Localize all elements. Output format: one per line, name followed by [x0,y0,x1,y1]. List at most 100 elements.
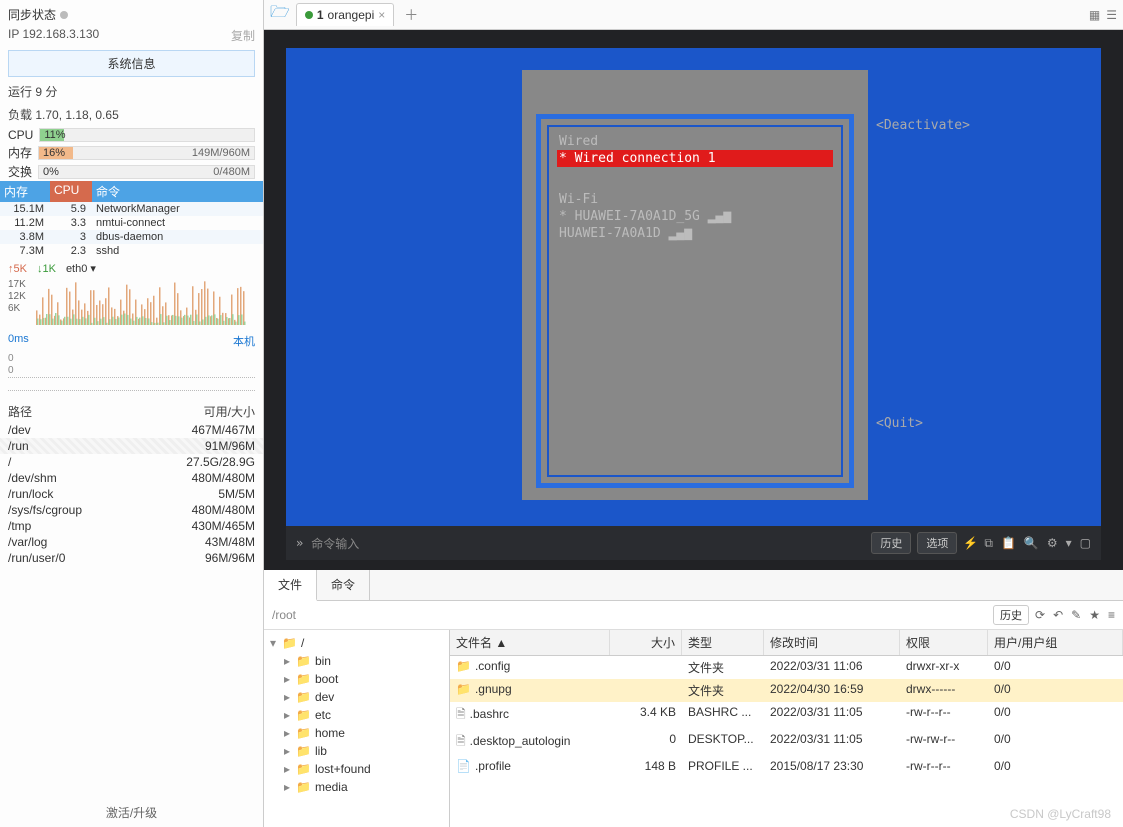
fs-row[interactable]: /run/user/096M/96M [0,550,263,566]
process-row[interactable]: 11.2M3.3nmtui-connect [0,216,263,230]
folder-icon: 📁 [282,636,297,650]
load-label: 负载 1.70, 1.18, 0.65 [0,104,263,127]
table-row[interactable]: 📁.config文件夹2022/03/31 11:06drwxr-xr-x0/0 [450,656,1123,679]
wifi-item[interactable]: HUAWEI-7A0A1D ▂▄▆ [557,225,833,242]
status-dot-icon [60,11,68,19]
col-own[interactable]: 用户/用户组 [988,630,1123,655]
bookmark-icon[interactable]: ★ [1089,608,1100,622]
memory-meter: 内存 16%149M/960M [0,143,263,162]
file-icon: 🗎 [456,734,466,748]
fs-row[interactable]: /tmp430M/465M [0,518,263,534]
table-row[interactable]: 🗎.desktop_autologin0DESKTOP...2022/03/31… [450,729,1123,756]
deactivate-button[interactable]: <Deactivate> [876,118,970,133]
terminal-canvas[interactable]: Wired * Wired connection 1 Wi-Fi * HUAWE… [286,48,1101,526]
process-row[interactable]: 15.1M5.9NetworkManager [0,202,263,216]
network-rate: ↑5K ↓1K eth0 ▾ [0,258,263,279]
table-header: 文件名 ▲ 大小 类型 修改时间 权限 用户/用户组 [450,630,1123,656]
col-size[interactable]: 大小 [610,630,682,655]
tree-item[interactable]: ▸📁etc [268,706,445,724]
edit-icon[interactable]: ✎ [1071,608,1081,622]
col-perm[interactable]: 权限 [900,630,988,655]
nmtui-dialog: Wired * Wired connection 1 Wi-Fi * HUAWE… [522,70,868,500]
share-icon[interactable]: ⧉ [984,536,993,551]
bolt-icon[interactable]: ⚡ [963,536,978,550]
fs-row[interactable]: /sys/fs/cgroup480M/480M [0,502,263,518]
fs-header: 路径 可用/大小 [0,399,263,422]
wired-connection-item[interactable]: * Wired connection 1 [557,150,833,167]
path-history-button[interactable]: 历史 [993,605,1029,625]
col-date[interactable]: 修改时间 [764,630,900,655]
table-row[interactable]: 🗎.bashrc3.4 KBBASHRC ...2022/03/31 11:05… [450,702,1123,729]
list-icon[interactable]: ☰ [1106,8,1117,22]
network-chart: 17K12K6K [8,279,255,329]
wired-header: Wired [557,133,833,150]
process-row[interactable]: 3.8M3dbus-daemon [0,230,263,244]
file-area: ▾ 📁 / ▸📁bin▸📁boot▸📁dev▸📁etc▸📁home▸📁lib▸📁… [264,630,1123,827]
interface-select[interactable]: eth0 ▾ [66,262,96,275]
fs-row[interactable]: /27.5G/28.9G [0,454,263,470]
sync-status: 同步状态 [0,0,263,25]
folder-icon[interactable]: 🗁 [270,1,290,28]
refresh-icon[interactable]: ⟳ [1035,608,1045,622]
search-icon[interactable]: 🔍 [1024,536,1039,551]
menu-icon[interactable]: ≡ [1108,608,1115,622]
chevron-down-icon[interactable]: ▾ [1066,536,1072,551]
fs-row[interactable]: /dev/shm480M/480M [0,470,263,486]
tree-item[interactable]: ▸📁media [268,778,445,796]
table-row[interactable]: 📁.gnupg文件夹2022/04/30 16:59drwx------0/0 [450,679,1123,702]
add-tab-button[interactable]: ＋ [400,5,422,25]
activate-button[interactable]: 激活/升级 [0,798,263,827]
collapse-icon[interactable]: ▾ [268,636,278,650]
file-tabbar: 文件 命令 [264,570,1123,601]
tab-commands[interactable]: 命令 [317,570,370,600]
tree-item[interactable]: ▸📁lib [268,742,445,760]
options-button[interactable]: 选项 [917,532,957,554]
copy-button[interactable]: 复制 [231,27,255,44]
fs-row[interactable]: /run91M/96M [0,438,263,454]
tree-item[interactable]: ▸📁lost+found [268,760,445,778]
close-icon[interactable]: × [378,8,385,22]
net-down-icon: ↓1K [37,263,56,275]
file-icon: 📄 [456,759,471,773]
clipboard-icon[interactable]: 📋 [1001,536,1016,551]
wifi-header: Wi-Fi [557,191,833,208]
sidebar: 同步状态 IP 192.168.3.130 复制 系统信息 运行 9 分 负载 … [0,0,264,827]
tree-item[interactable]: ▸📁bin [268,652,445,670]
fs-row[interactable]: /dev467M/467M [0,422,263,438]
watermark: CSDN @LyCraft98 [1010,807,1111,821]
grid-icon[interactable]: ▦ [1089,8,1100,22]
folder-icon: 📁 [456,659,471,673]
tree-item[interactable]: ▸📁dev [268,688,445,706]
system-info-button[interactable]: 系统信息 [8,50,255,77]
terminal-tab[interactable]: 1 orangepi × [296,3,394,26]
terminal-panel: Wired * Wired connection 1 Wi-Fi * HUAWE… [264,30,1123,570]
history-button[interactable]: 历史 [871,532,911,554]
file-table: 文件名 ▲ 大小 类型 修改时间 权限 用户/用户组 📁.config文件夹20… [450,630,1123,827]
gear-icon[interactable]: ⚙ [1047,536,1058,551]
wifi-item[interactable]: * HUAWEI-7A0A1D_5G ▂▄▆ [557,208,833,225]
tab-files[interactable]: 文件 [264,570,317,601]
col-name[interactable]: 文件名 ▲ [450,630,610,655]
command-input[interactable]: 命令输入 [311,535,359,552]
fs-row[interactable]: /run/lock5M/5M [0,486,263,502]
latency-value: 0ms [8,333,29,349]
file-tree[interactable]: ▾ 📁 / ▸📁bin▸📁boot▸📁dev▸📁etc▸📁home▸📁lib▸📁… [264,630,450,827]
net-up-icon: ↑5K [8,263,27,275]
latency-chart [8,377,255,391]
col-type[interactable]: 类型 [682,630,764,655]
process-row[interactable]: 7.3M2.3sshd [0,244,263,258]
path-bar: /root 历史 ⟳ ↶ ✎ ★ ≡ [264,601,1123,630]
fs-row[interactable]: /var/log43M/48M [0,534,263,550]
table-row[interactable]: 📄.profile148 BPROFILE ...2015/08/17 23:3… [450,756,1123,776]
cpu-meter: CPU 11% [0,127,263,143]
tree-root[interactable]: ▾ 📁 / [268,634,445,652]
path-input[interactable]: /root [272,608,987,622]
tree-item[interactable]: ▸📁boot [268,670,445,688]
file-icon: 🗎 [456,707,466,721]
swap-meter: 交换 0%0/480M [0,162,263,181]
tree-item[interactable]: ▸📁home [268,724,445,742]
latency-host[interactable]: 本机 [233,333,255,349]
fullscreen-icon[interactable]: ▢ [1080,536,1091,551]
quit-button[interactable]: <Quit> [876,416,923,431]
back-icon[interactable]: ↶ [1053,608,1063,622]
